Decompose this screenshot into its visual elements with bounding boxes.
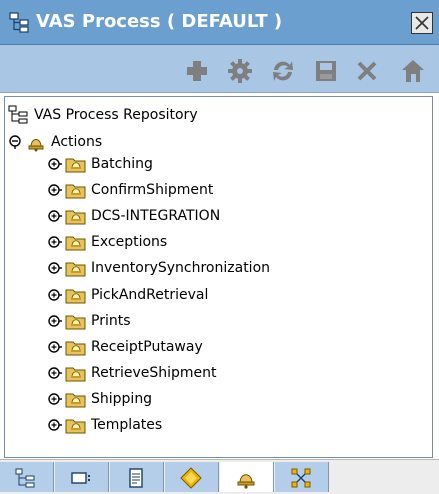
tab-diamond[interactable] — [165, 462, 219, 492]
tree-node-label: Batching — [91, 156, 153, 172]
diamond-icon — [180, 467, 202, 489]
folder-icon — [65, 341, 86, 356]
folder-icon — [65, 158, 86, 173]
tree-node[interactable]: DCS-INTEGRATION — [5, 205, 405, 227]
folder-icon — [65, 289, 86, 304]
repository-icon — [8, 105, 28, 124]
home-icon[interactable] — [400, 58, 426, 84]
window-icon — [71, 472, 90, 484]
expand-icon[interactable] — [48, 418, 62, 432]
close-button[interactable] — [411, 12, 433, 34]
tree-root-label: VAS Process Repository — [34, 107, 198, 123]
folder-icon — [65, 393, 86, 408]
tab-window[interactable] — [55, 462, 109, 492]
document-icon — [129, 468, 143, 488]
expand-icon[interactable] — [48, 209, 62, 223]
tab-network[interactable] — [275, 462, 329, 492]
expand-icon[interactable] — [48, 261, 62, 275]
tree-node[interactable]: Batching — [5, 153, 405, 175]
tree-node-label: Templates — [91, 417, 163, 433]
expand-icon[interactable] — [48, 157, 62, 171]
tree-node[interactable]: PickAndRetrieval — [5, 284, 405, 306]
tree-node[interactable]: ReceiptPutaway — [5, 336, 405, 358]
collapse-icon[interactable] — [8, 135, 22, 149]
tab-actions[interactable] — [220, 462, 274, 492]
bell-folder-icon — [28, 139, 44, 152]
save-icon[interactable] — [313, 58, 339, 84]
tree-node-label: ConfirmShipment — [91, 182, 214, 198]
tab-hierarchy[interactable] — [0, 462, 54, 492]
gear-icon[interactable] — [227, 58, 253, 84]
add-icon[interactable] — [184, 58, 210, 84]
expand-icon[interactable] — [48, 183, 62, 197]
bottom-tab-bar — [0, 459, 439, 494]
hierarchy-icon — [15, 468, 35, 488]
tree-node[interactable]: InventorySynchronization — [5, 257, 405, 279]
expand-icon[interactable] — [48, 288, 62, 302]
folder-icon — [65, 315, 86, 330]
expand-icon[interactable] — [48, 392, 62, 406]
tab-document[interactable] — [110, 462, 164, 492]
expand-icon[interactable] — [48, 235, 62, 249]
tree-node[interactable]: ConfirmShipment — [5, 179, 405, 201]
hierarchy-icon — [9, 12, 29, 33]
expand-icon[interactable] — [48, 314, 62, 328]
folder-icon — [65, 236, 86, 251]
tree-node-label: ReceiptPutaway — [91, 339, 203, 355]
close-icon — [415, 16, 429, 30]
network-icon — [291, 468, 311, 488]
expand-icon[interactable] — [48, 340, 62, 354]
tree-node[interactable]: Templates — [5, 414, 405, 436]
tree-node-label: Prints — [91, 313, 131, 329]
toolbar — [0, 45, 439, 93]
refresh-icon[interactable] — [270, 58, 296, 84]
tree-node-label: DCS-INTEGRATION — [91, 208, 221, 224]
tree-node[interactable]: Exceptions — [5, 231, 405, 253]
tree-node-label: PickAndRetrieval — [91, 287, 209, 303]
tree-view: VAS Process Repository Actions Batching C… — [4, 96, 433, 458]
folder-icon — [65, 210, 86, 225]
bell-icon — [237, 474, 255, 489]
tree-node[interactable]: Prints — [5, 310, 405, 332]
expand-icon[interactable] — [48, 366, 62, 380]
tree-node-label: Exceptions — [91, 234, 168, 250]
folder-icon — [65, 367, 86, 382]
tree-node-label: Actions — [51, 134, 103, 150]
tree-node-actions[interactable]: Actions — [5, 131, 405, 153]
tree-node-label: RetrieveShipment — [91, 365, 217, 381]
window-title: VAS Process ( DEFAULT ) — [36, 11, 283, 32]
tree-node[interactable]: RetrieveShipment — [5, 362, 405, 384]
tree-root[interactable]: VAS Process Repository — [8, 104, 408, 126]
folder-icon — [65, 262, 86, 277]
folder-icon — [65, 419, 86, 434]
tree-node-label: InventorySynchronization — [91, 260, 271, 276]
tree-node-label: Shipping — [91, 391, 153, 407]
tree-node[interactable]: Shipping — [5, 388, 405, 410]
folder-icon — [65, 184, 86, 199]
title-bar: VAS Process ( DEFAULT ) — [0, 0, 439, 45]
delete-icon[interactable] — [354, 58, 380, 84]
